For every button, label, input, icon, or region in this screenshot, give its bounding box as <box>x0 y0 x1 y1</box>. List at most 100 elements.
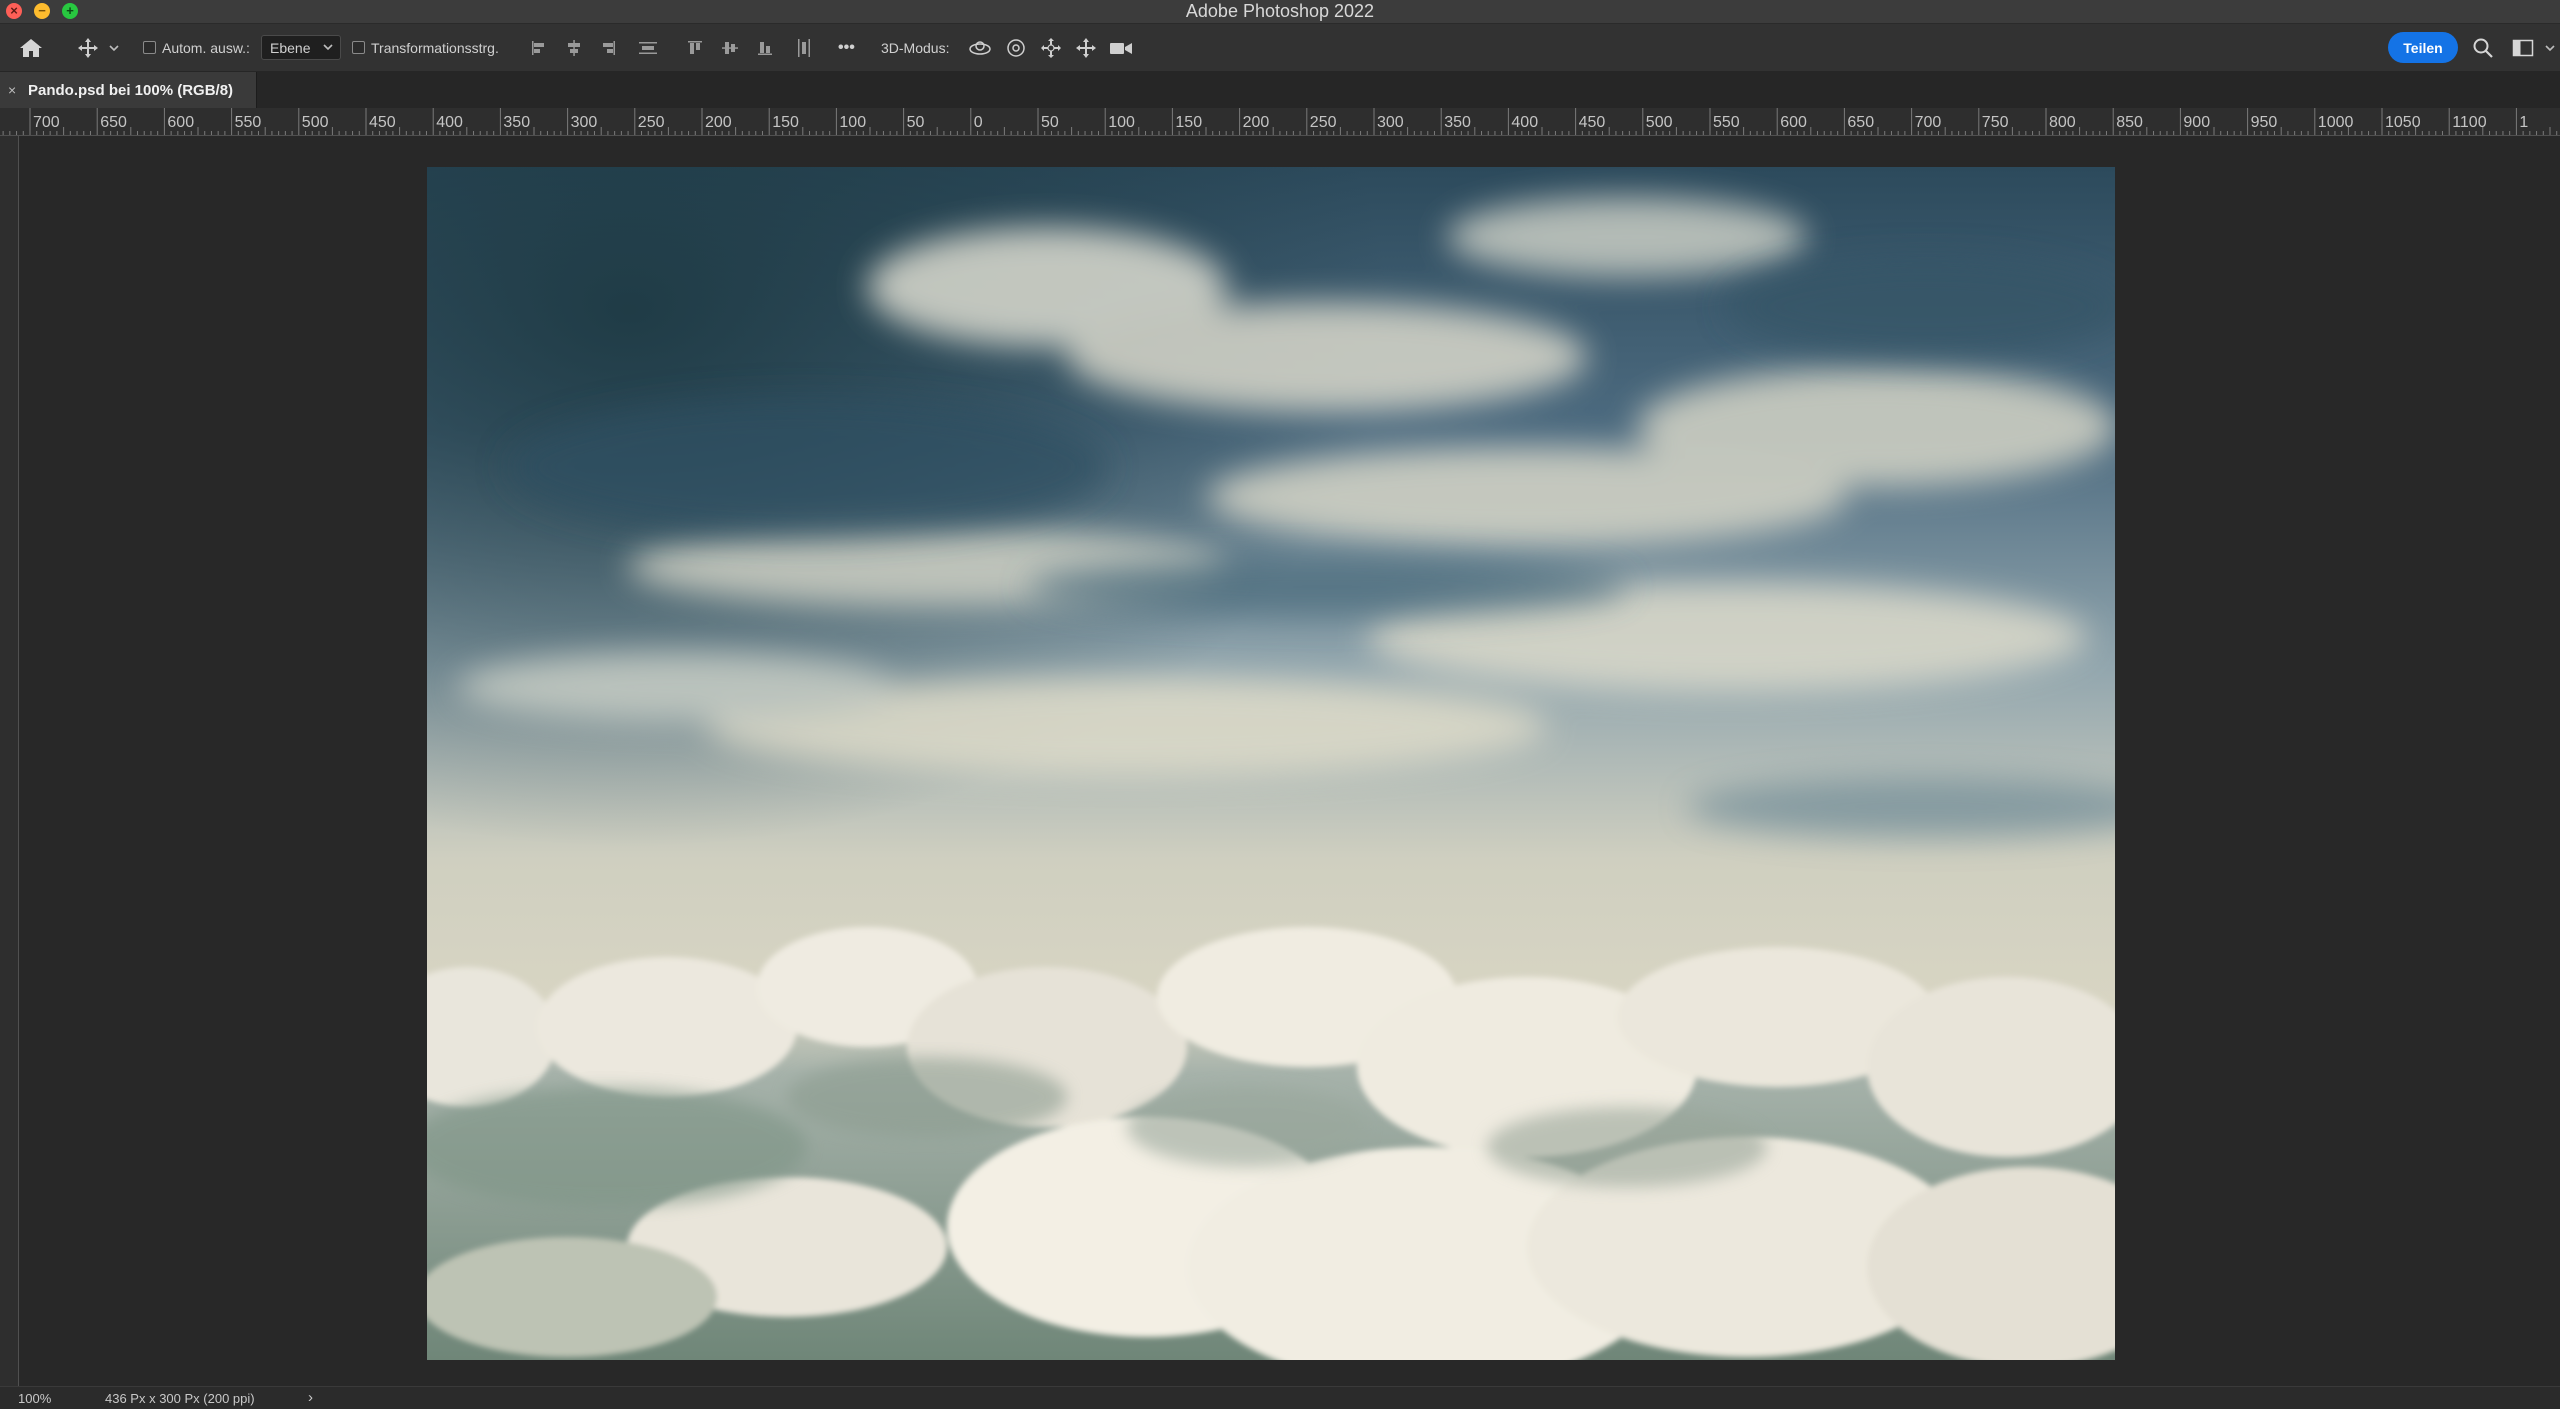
align-vertical-center-button[interactable] <box>721 24 739 71</box>
ruler-label: 100 <box>1108 114 1135 131</box>
pan-icon <box>1041 37 1061 58</box>
document-info: 436 Px x 300 Px (200 ppi) <box>105 1391 255 1406</box>
3d-pan-button[interactable] <box>1040 24 1062 71</box>
chevron-down-icon <box>323 44 333 51</box>
vertical-ruler[interactable] <box>0 136 19 1386</box>
ruler-label: 550 <box>235 114 262 131</box>
ruler-label: 1050 <box>2385 114 2421 131</box>
options-bar: Autom. ausw.: Ebene Transformationsstrg.… <box>0 24 2560 72</box>
ruler-label: 50 <box>907 114 925 131</box>
align-center-icon <box>568 39 580 56</box>
ruler-label: 500 <box>1646 114 1673 131</box>
ruler-label: 700 <box>33 114 60 131</box>
ruler-label: 600 <box>167 114 194 131</box>
ruler-label: 600 <box>1780 114 1807 131</box>
horizontal-ruler[interactable]: 700 650 600 550 500 450 400 350 300 250 200 150 100 5… <box>0 108 2560 136</box>
workspace-dropdown[interactable] <box>2544 24 2556 71</box>
video-camera-icon <box>1110 42 1132 54</box>
workspace-icon <box>2512 39 2534 56</box>
ruler-label: 50 <box>1041 114 1059 131</box>
sky-clouds-photo <box>427 167 2115 1360</box>
close-tab-icon[interactable]: × <box>8 82 20 98</box>
align-top-button[interactable] <box>686 24 704 71</box>
ruler-label: 250 <box>638 114 665 131</box>
align-right-button[interactable] <box>599 24 617 71</box>
ruler-label: 950 <box>2251 114 2278 131</box>
ruler-label: 350 <box>503 114 530 131</box>
auto-select-target-select[interactable]: Ebene <box>261 35 341 60</box>
3d-camera-button[interactable] <box>1108 24 1134 71</box>
ruler-label: 650 <box>1847 114 1874 131</box>
document-tab[interactable]: × Pando.psd bei 100% (RGB/8) <box>0 72 257 108</box>
ruler-label: 150 <box>772 114 799 131</box>
align-left-button[interactable] <box>530 24 548 71</box>
more-options-button[interactable]: ••• <box>838 24 855 71</box>
align-top-icon <box>688 40 702 54</box>
document-tab-title: Pando.psd bei 100% (RGB/8) <box>28 81 234 99</box>
ruler-label: 300 <box>571 114 598 131</box>
search-icon <box>2473 38 2493 58</box>
3d-roll-button[interactable] <box>1005 24 1027 71</box>
workspace-switcher-button[interactable] <box>2512 24 2534 71</box>
align-bottom-button[interactable] <box>756 24 774 71</box>
ruler-label: 350 <box>1444 114 1471 131</box>
slide-icon <box>1076 37 1096 58</box>
transform-controls-label: Transformationsstrg. <box>371 39 499 56</box>
ruler-label: 650 <box>100 114 127 131</box>
3d-mode-label-wrap: 3D-Modus: <box>881 24 949 71</box>
distribute-vertical-button[interactable] <box>638 24 658 71</box>
status-bar: 100% 436 Px x 300 Px (200 ppi) › <box>0 1386 2560 1409</box>
chevron-down-icon <box>109 44 119 51</box>
ruler-label: 900 <box>2183 114 2210 131</box>
chevron-down-icon <box>2545 44 2555 51</box>
auto-select-option[interactable]: Autom. ausw.: <box>143 24 250 71</box>
distribute-horizontal-button[interactable] <box>795 24 813 71</box>
roll-icon <box>1007 38 1025 57</box>
transform-controls-option[interactable]: Transformationsstrg. <box>352 24 499 71</box>
move-icon <box>78 37 98 58</box>
ruler-label: 450 <box>369 114 396 131</box>
ruler-label: 100 <box>839 114 866 131</box>
zoom-level[interactable]: 100% <box>18 1391 51 1406</box>
ruler-label: 200 <box>1243 114 1270 131</box>
ruler-label: 400 <box>1511 114 1538 131</box>
ruler-label: 800 <box>2049 114 2076 131</box>
ruler-scale: 700 650 600 550 500 450 400 350 300 250 200 150 100 5… <box>2 108 2558 135</box>
search-button[interactable] <box>2472 24 2494 71</box>
share-button[interactable]: Teilen <box>2388 32 2458 63</box>
ruler-label: 1000 <box>2318 114 2354 131</box>
document-canvas-image[interactable] <box>427 167 2115 1360</box>
status-menu-arrow-icon[interactable]: › <box>308 1389 313 1406</box>
auto-select-label: Autom. ausw.: <box>162 39 250 56</box>
window-title: Adobe Photoshop 2022 <box>1185 1 1375 21</box>
align-bottom-icon <box>758 41 772 55</box>
ruler-label: 1100 <box>2452 114 2487 131</box>
ruler-label: 200 <box>705 114 732 131</box>
ruler-label: 300 <box>1377 114 1404 131</box>
home-button[interactable] <box>18 24 44 71</box>
ruler-label: 1 <box>2519 114 2528 131</box>
ruler-label: 850 <box>2116 114 2143 131</box>
auto-select-target-value: Ebene <box>270 39 311 56</box>
ruler-label: 500 <box>302 114 329 131</box>
3d-mode-label: 3D-Modus: <box>881 39 950 56</box>
ruler-label: 450 <box>1579 114 1606 131</box>
ruler-label: 700 <box>1915 114 1942 131</box>
align-right-icon <box>603 40 615 55</box>
3d-orbit-button[interactable] <box>968 24 992 71</box>
more-icon: ••• <box>838 38 855 56</box>
align-horizontal-center-button[interactable] <box>565 24 583 71</box>
align-left-icon <box>532 40 544 55</box>
align-middle-icon <box>722 41 738 54</box>
distribute-horizontal-icon <box>798 38 810 57</box>
3d-slide-button[interactable] <box>1075 24 1097 71</box>
ruler-label: 750 <box>1982 114 2009 131</box>
home-icon <box>20 38 42 57</box>
tool-preset-dropdown[interactable] <box>108 24 120 71</box>
auto-select-checkbox[interactable] <box>143 41 156 54</box>
distribute-icon <box>639 41 657 54</box>
title-bar: × − + Adobe Photoshop 2022 <box>0 0 2560 24</box>
move-tool-button[interactable] <box>76 24 100 71</box>
ruler-label: 250 <box>1310 114 1337 131</box>
transform-controls-checkbox[interactable] <box>352 41 365 54</box>
